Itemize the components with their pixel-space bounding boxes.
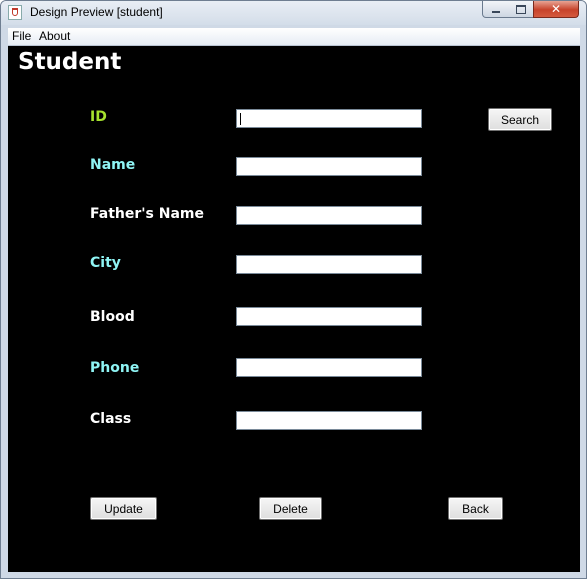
student-form-panel: Student ID Search Name Father's Name Cit… — [8, 46, 580, 572]
blood-label: Blood — [90, 309, 135, 325]
class-input[interactable] — [236, 411, 422, 430]
application-window: Design Preview [student] ✕ File About St… — [0, 0, 587, 579]
maximize-icon — [515, 4, 526, 14]
title-bar[interactable]: Design Preview [student] ✕ — [1, 1, 586, 25]
back-button[interactable]: Back — [448, 497, 503, 520]
menu-bar: File About — [8, 28, 580, 46]
close-button[interactable]: ✕ — [533, 1, 579, 18]
fathers-name-input[interactable] — [236, 206, 422, 225]
menu-file[interactable]: File — [12, 29, 31, 43]
search-button[interactable]: Search — [488, 108, 552, 131]
name-input[interactable] — [236, 157, 422, 176]
close-icon: ✕ — [550, 2, 562, 16]
page-title: Student — [18, 49, 122, 75]
id-label: ID — [90, 109, 107, 125]
id-input-wrapper[interactable] — [236, 109, 422, 128]
maximize-button[interactable] — [508, 1, 534, 18]
java-app-icon[interactable] — [8, 5, 22, 20]
city-input[interactable] — [236, 255, 422, 274]
phone-input[interactable] — [236, 358, 422, 377]
delete-button[interactable]: Delete — [259, 497, 322, 520]
update-button[interactable]: Update — [90, 497, 157, 520]
blood-input[interactable] — [236, 307, 422, 326]
name-label: Name — [90, 157, 136, 173]
city-label: City — [90, 255, 121, 271]
fathers-name-label: Father's Name — [90, 206, 204, 222]
window-title: Design Preview [student] — [30, 5, 163, 19]
minimize-icon — [491, 11, 500, 13]
minimize-button[interactable] — [482, 1, 509, 18]
phone-label: Phone — [90, 360, 140, 376]
menu-about[interactable]: About — [39, 29, 70, 43]
class-label: Class — [90, 411, 132, 427]
text-caret — [240, 113, 241, 125]
